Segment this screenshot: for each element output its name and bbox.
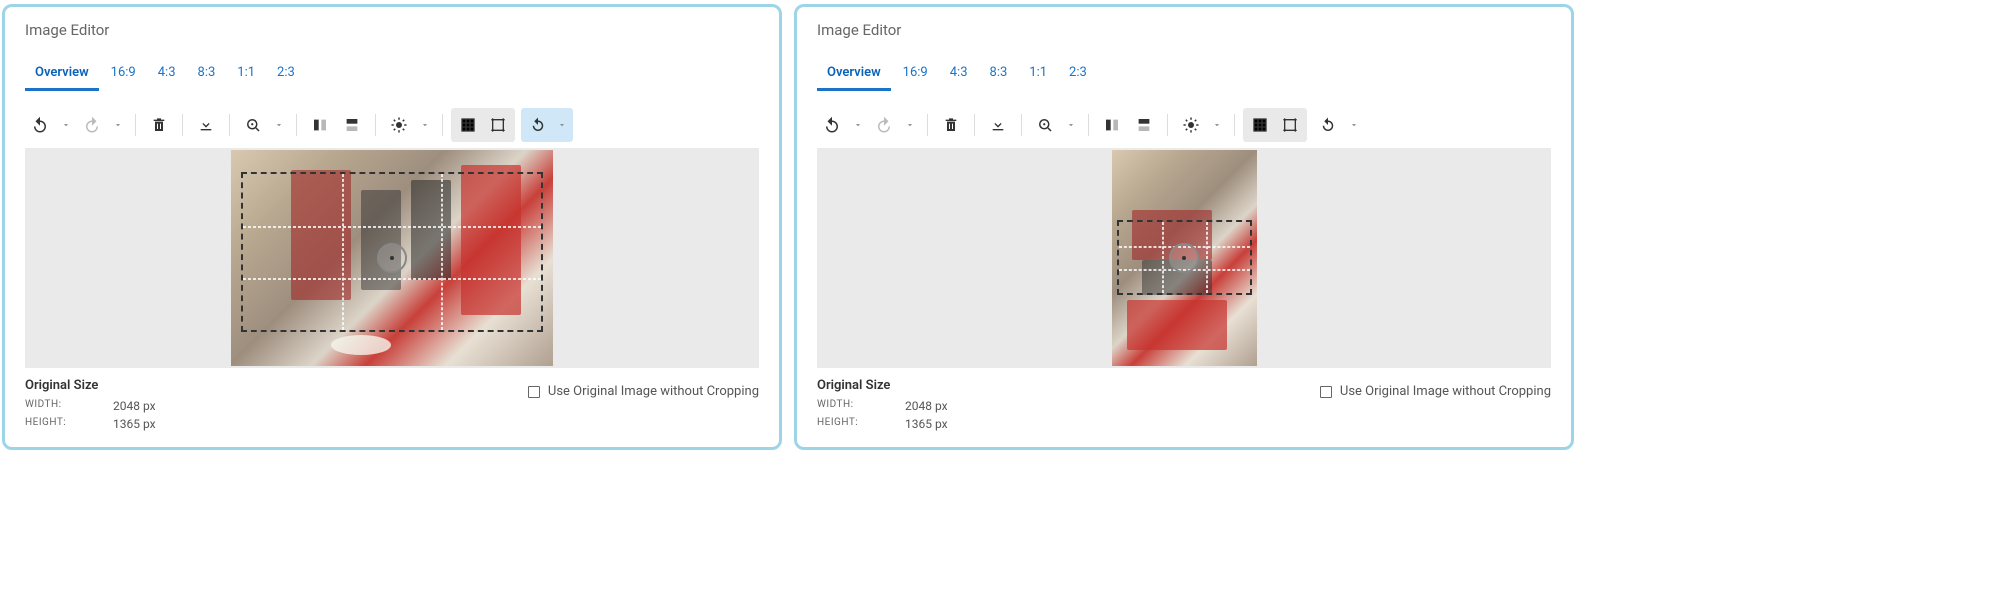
- tab-16-9[interactable]: 16:9: [893, 59, 938, 91]
- tab-8-3[interactable]: 8:3: [188, 59, 226, 91]
- download-button[interactable]: [191, 110, 221, 140]
- rotate-dropdown[interactable]: [1345, 110, 1363, 140]
- size-meta: Original Size WIDTH: 2048 px HEIGHT: 136…: [25, 378, 156, 431]
- separator: [1234, 114, 1235, 136]
- checkbox-icon: [1320, 386, 1332, 398]
- focal-point-handle[interactable]: [377, 243, 407, 273]
- footer: Original Size WIDTH: 2048 px HEIGHT: 136…: [25, 378, 759, 431]
- use-original-checkbox[interactable]: Use Original Image without Cropping: [528, 384, 759, 399]
- use-original-checkbox[interactable]: Use Original Image without Cropping: [1320, 384, 1551, 399]
- size-meta: Original Size WIDTH: 2048 px HEIGHT: 136…: [817, 378, 948, 431]
- tab-overview[interactable]: Overview: [25, 59, 99, 91]
- brightness-button[interactable]: [384, 110, 414, 140]
- meta-width-value: 2048 px: [905, 399, 948, 413]
- flip-vertical-button[interactable]: [337, 110, 367, 140]
- rotate-button[interactable]: [1313, 110, 1343, 140]
- crop-tools-group: [451, 108, 515, 142]
- image-canvas[interactable]: [25, 148, 759, 368]
- tab-1-1[interactable]: 1:1: [1019, 59, 1057, 91]
- crop-frame-button[interactable]: [1275, 110, 1305, 140]
- flip-horizontal-button[interactable]: [1097, 110, 1127, 140]
- separator: [296, 114, 297, 136]
- meta-height-label: HEIGHT:: [817, 417, 865, 431]
- download-button[interactable]: [983, 110, 1013, 140]
- panel-title: Image Editor: [817, 21, 1551, 39]
- separator: [974, 114, 975, 136]
- toolbar: [817, 104, 1551, 148]
- meta-width-label: WIDTH:: [25, 399, 73, 413]
- delete-button[interactable]: [936, 110, 966, 140]
- toolbar: [25, 104, 759, 148]
- tab-4-3[interactable]: 4:3: [940, 59, 978, 91]
- checkbox-icon: [528, 386, 540, 398]
- tab-16-9[interactable]: 16:9: [101, 59, 146, 91]
- brightness-button[interactable]: [1176, 110, 1206, 140]
- delete-button[interactable]: [144, 110, 174, 140]
- rotate-button[interactable]: [523, 110, 553, 140]
- meta-title: Original Size: [817, 378, 948, 393]
- rotate-dropdown[interactable]: [553, 110, 571, 140]
- meta-height-label: HEIGHT:: [25, 417, 73, 431]
- undo-button[interactable]: [25, 110, 55, 140]
- meta-width-label: WIDTH:: [817, 399, 865, 413]
- tab-2-3[interactable]: 2:3: [267, 59, 305, 91]
- redo-dropdown[interactable]: [109, 110, 127, 140]
- edited-image[interactable]: [1112, 150, 1257, 366]
- tab-1-1[interactable]: 1:1: [227, 59, 265, 91]
- separator: [375, 114, 376, 136]
- ratio-tabs: Overview 16:9 4:3 8:3 1:1 2:3: [817, 59, 1551, 92]
- crop-tools-group: [1243, 108, 1307, 142]
- image-editor-panel: Image Editor Overview 16:9 4:3 8:3 1:1 2…: [794, 4, 1574, 450]
- zoom-button[interactable]: [238, 110, 268, 140]
- image-editor-panel: Image Editor Overview 16:9 4:3 8:3 1:1 2…: [2, 4, 782, 450]
- undo-dropdown[interactable]: [57, 110, 75, 140]
- tab-8-3[interactable]: 8:3: [980, 59, 1018, 91]
- panel-title: Image Editor: [25, 21, 759, 39]
- crop-frame-button[interactable]: [483, 110, 513, 140]
- tab-4-3[interactable]: 4:3: [148, 59, 186, 91]
- flip-vertical-button[interactable]: [1129, 110, 1159, 140]
- edited-image[interactable]: [231, 150, 553, 366]
- zoom-dropdown[interactable]: [270, 110, 288, 140]
- tab-overview[interactable]: Overview: [817, 59, 891, 91]
- redo-button[interactable]: [77, 110, 107, 140]
- meta-title: Original Size: [25, 378, 156, 393]
- redo-dropdown[interactable]: [901, 110, 919, 140]
- meta-height-value: 1365 px: [113, 417, 156, 431]
- tab-2-3[interactable]: 2:3: [1059, 59, 1097, 91]
- undo-button[interactable]: [817, 110, 847, 140]
- grid-toggle-button[interactable]: [453, 110, 483, 140]
- separator: [135, 114, 136, 136]
- undo-dropdown[interactable]: [849, 110, 867, 140]
- rotate-group: [521, 108, 573, 142]
- zoom-dropdown[interactable]: [1062, 110, 1080, 140]
- grid-toggle-button[interactable]: [1245, 110, 1275, 140]
- flip-horizontal-button[interactable]: [305, 110, 335, 140]
- meta-height-value: 1365 px: [905, 417, 948, 431]
- separator: [442, 114, 443, 136]
- separator: [1167, 114, 1168, 136]
- use-original-label: Use Original Image without Cropping: [548, 384, 759, 399]
- focal-point-handle[interactable]: [1169, 243, 1199, 273]
- redo-button[interactable]: [869, 110, 899, 140]
- zoom-button[interactable]: [1030, 110, 1060, 140]
- separator: [229, 114, 230, 136]
- separator: [182, 114, 183, 136]
- separator: [1021, 114, 1022, 136]
- meta-width-value: 2048 px: [113, 399, 156, 413]
- image-canvas[interactable]: [817, 148, 1551, 368]
- brightness-dropdown[interactable]: [1208, 110, 1226, 140]
- separator: [1088, 114, 1089, 136]
- use-original-label: Use Original Image without Cropping: [1340, 384, 1551, 399]
- separator: [927, 114, 928, 136]
- ratio-tabs: Overview 16:9 4:3 8:3 1:1 2:3: [25, 59, 759, 92]
- footer: Original Size WIDTH: 2048 px HEIGHT: 136…: [817, 378, 1551, 431]
- brightness-dropdown[interactable]: [416, 110, 434, 140]
